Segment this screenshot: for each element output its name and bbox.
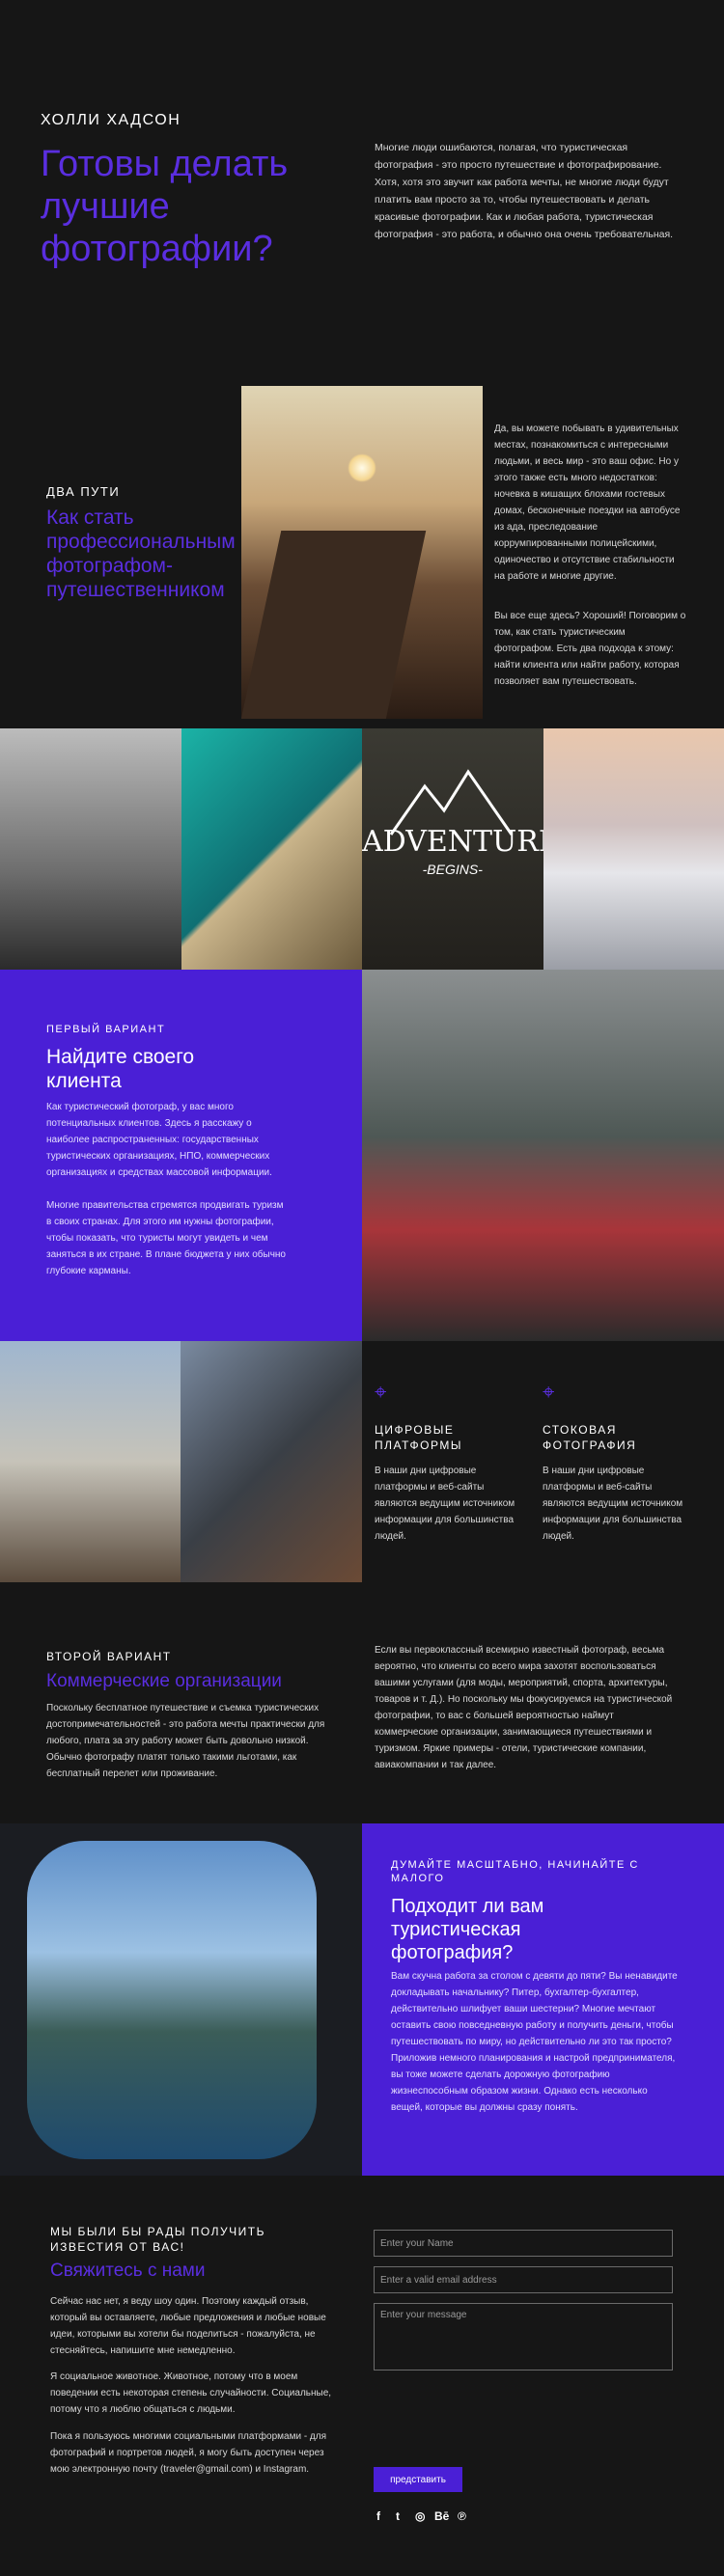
- submit-button[interactable]: представить: [374, 2467, 462, 2492]
- platform-title: СТОКОВАЯ ФОТОГРАФИЯ: [543, 1423, 637, 1452]
- first-variant-text-1: Как туристический фотограф, у вас много …: [46, 1102, 272, 1178]
- second-variant-title: Коммерческие организации: [46, 1671, 282, 1691]
- two-paths-title: Как стать профессиональным фотографом-пу…: [46, 507, 236, 601]
- first-variant-title: Найдите своего клиента: [46, 1046, 195, 1092]
- platforms-section: ⌖ ЦИФРОВЫЕ ПЛАТФОРМЫ В наши дни цифровые…: [0, 1341, 724, 1582]
- contact-text-1: Сейчас нас нет, я веду шоу один. Поэтому…: [50, 2296, 326, 2356]
- airplane-window-photo: [0, 1823, 362, 2176]
- think-big-kicker: ДУМАЙТЕ МАСШТАБНО, НАЧИНАЙТЕ С МАЛОГО: [391, 1859, 639, 1884]
- second-variant-text-right: Если вы первоклассный всемирно известный…: [375, 1645, 673, 1770]
- email-input[interactable]: [374, 2266, 673, 2293]
- second-variant-text-left: Поскольку бесплатное путешествие и съемк…: [46, 1703, 325, 1779]
- first-variant-kicker: ПЕРВЫЙ ВАРИАНТ: [46, 1024, 166, 1035]
- photo-strip: ADVENTURE -BEGINS-: [0, 728, 724, 970]
- contact-title: Свяжитесь с нами: [50, 2261, 206, 2281]
- adventure-text: ADVENTURE: [362, 825, 543, 859]
- contact-section: МЫ БЫЛИ БЫ РАДЫ ПОЛУЧИТЬ ИЗВЕСТИЯ ОТ ВАС…: [0, 2176, 724, 2562]
- page-title: Готовы делать лучшие фотографии?: [41, 144, 289, 269]
- think-big-text: Вам скучна работа за столом с девяти до …: [391, 1971, 678, 2113]
- think-big-section: ДУМАЙТЕ МАСШТАБНО, НАЧИНАЙТЕ С МАЛОГО По…: [0, 1823, 724, 2176]
- hero-section: ХОЛЛИ ХАДСОН Готовы делать лучшие фотогр…: [0, 0, 724, 376]
- two-paths-text-1: Да, вы можете побывать в удивительных ме…: [494, 424, 681, 582]
- instagram-icon[interactable]: ◎: [415, 2509, 425, 2523]
- contact-text-3: Пока я пользуюсь многими социальными пла…: [50, 2431, 327, 2475]
- contact-kicker: МЫ БЫЛИ БЫ РАДЫ ПОЛУЧИТЬ ИЗВЕСТИЯ ОТ ВАС…: [50, 2225, 265, 2254]
- map-pin-icon: ⌖: [543, 1380, 555, 1404]
- map-pin-icon: ⌖: [375, 1380, 387, 1404]
- platform-card: ⌖ СТОКОВАЯ ФОТОГРАФИЯ В наши дни цифровы…: [543, 1380, 697, 1545]
- temple-photo: [0, 1341, 181, 1582]
- rock-photo: [0, 728, 181, 970]
- portrait-photo: [181, 1341, 362, 1582]
- twitter-icon[interactable]: t: [396, 2509, 400, 2523]
- hero-text: Многие люди ошибаются, полагая, что тури…: [375, 142, 674, 240]
- friends-on-car-photo: [362, 970, 724, 1341]
- coast-photo: [181, 728, 362, 970]
- snow-photo: [543, 728, 724, 970]
- two-paths-kicker: ДВА ПУТИ: [46, 484, 121, 499]
- platform-title: ЦИФРОВЫЕ ПЛАТФОРМЫ: [375, 1423, 462, 1452]
- two-paths-section: ДВА ПУТИ Как стать профессиональным фото…: [0, 376, 724, 728]
- author-name: ХОЛЛИ ХАДСОН: [41, 112, 181, 128]
- facebook-icon[interactable]: f: [376, 2509, 380, 2523]
- contact-text-2: Я социальное животное. Животное, потому …: [50, 2371, 332, 2415]
- first-variant-text-2: Многие правительства стремятся продвигат…: [46, 1200, 286, 1276]
- pinterest-icon[interactable]: ℗: [458, 2509, 466, 2523]
- cliff-photo: [241, 386, 483, 719]
- second-variant-section: ВТОРОЙ ВАРИАНТ Коммерческие организации …: [0, 1582, 724, 1823]
- think-big-title: Подходит ли вам туристическая фотография…: [391, 1896, 544, 1963]
- name-input[interactable]: [374, 2230, 673, 2257]
- message-input[interactable]: [374, 2303, 673, 2370]
- platform-card: ⌖ ЦИФРОВЫЕ ПЛАТФОРМЫ В наши дни цифровые…: [375, 1380, 529, 1545]
- forest-photo: ADVENTURE -BEGINS-: [362, 728, 543, 970]
- second-variant-kicker: ВТОРОЙ ВАРИАНТ: [46, 1650, 172, 1663]
- adventure-subtext: -BEGINS-: [422, 862, 483, 877]
- two-paths-text-2: Вы все еще здесь? Хороший! Поговорим о т…: [494, 611, 686, 687]
- behance-icon[interactable]: Bē: [434, 2509, 449, 2523]
- platform-text: В наши дни цифровые платформы и веб-сайт…: [375, 1466, 515, 1542]
- platform-text: В наши дни цифровые платформы и веб-сайт…: [543, 1466, 683, 1542]
- first-variant-section: ПЕРВЫЙ ВАРИАНТ Найдите своего клиента Ка…: [0, 970, 724, 1341]
